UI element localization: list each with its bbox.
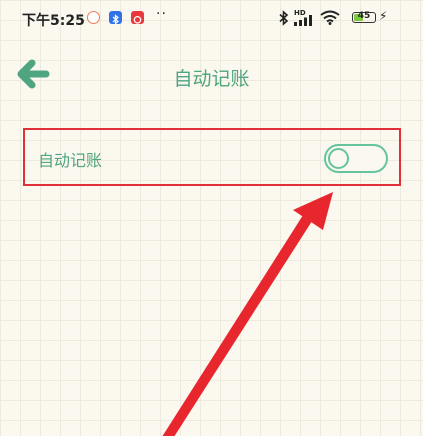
bluetooth-icon [279, 10, 289, 26]
cellular-signal-icon [294, 15, 312, 26]
auto-bookkeeping-label: 自动记账 [38, 151, 103, 170]
charging-icon: ⚡ [379, 9, 388, 23]
system-icons: HD 45 ⚡ [279, 9, 409, 27]
status-time: 下午5:25 [22, 13, 85, 29]
more-notifications-indicator: ·· [156, 6, 167, 22]
wifi-icon [320, 10, 340, 25]
bluetooth-app-icon [109, 11, 122, 25]
battery-percentage: 45 [357, 11, 371, 21]
page-title: 自动记账 [173, 68, 250, 90]
dashboard-app-icon [87, 11, 100, 24]
status-bar: 下午5:25 ·· HD 45 ⚡ [0, 0, 423, 36]
annotation-arrow-head [293, 192, 333, 230]
annotation-arrow-shaft [162, 212, 314, 436]
toggle-knob [328, 148, 349, 169]
netease-music-icon [131, 11, 144, 24]
auto-bookkeeping-toggle[interactable] [324, 144, 388, 173]
battery-icon: 45 [352, 11, 376, 23]
auto-bookkeeping-setting-row: 自动记账 [23, 128, 401, 186]
